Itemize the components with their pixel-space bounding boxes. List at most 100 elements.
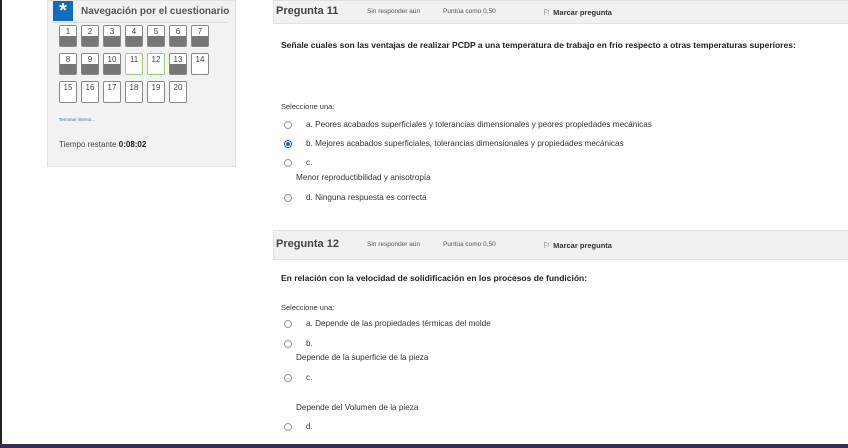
question-nav-button-7[interactable]: 7 [191,25,209,47]
answered-indicator [82,36,98,46]
question-nav-number: 18 [129,83,139,92]
question-nav-button-1[interactable]: 1 [59,25,77,47]
q11-option-c-label: c. [306,158,313,167]
taskbar-strip [0,444,848,448]
question-nav-button-10[interactable]: 10 [103,53,121,75]
answered-indicator [104,36,120,46]
radio-icon[interactable] [284,158,292,167]
question-nav-number: 3 [109,27,115,36]
answered-indicator [104,64,120,74]
question-nav-button-12[interactable]: 12 [147,53,165,75]
question-nav-number: 17 [107,83,117,92]
answered-indicator [192,36,208,46]
answered-indicator [148,36,164,46]
question-nav-button-15[interactable]: 15 [59,81,77,103]
flag-icon: ⚐ [543,241,551,250]
question-nav-button-4[interactable]: 4 [125,25,143,47]
question-nav-button-3[interactable]: 3 [103,25,121,47]
question-nav-button-17[interactable]: 17 [103,81,121,103]
q12-option-d-label: d. [306,422,313,431]
radio-icon[interactable] [284,373,292,382]
q12-option-a[interactable]: a. Depende de las propiedades térmicas d… [284,319,491,328]
q12-option-a-label: a. Depende de las propiedades térmicas d… [306,319,491,328]
question-nav-number: 11 [129,55,139,64]
flag-label: Marcar pregunta [553,8,612,17]
quiz-navigation-header: * Navegación por el cuestionario [53,1,229,21]
question-nav-button-18[interactable]: 18 [125,81,143,103]
q11-option-d-label: d. Ninguna respuesta es correcta [306,193,427,202]
question-12-state: Sin responder aún [367,241,421,248]
question-12-header: Pregunta 12 Sin responder aún Puntúa com… [273,230,848,260]
question-nav-button-11[interactable]: 11 [125,53,143,75]
question-nav-button-6[interactable]: 6 [169,25,187,47]
question-nav-button-2[interactable]: 2 [81,25,99,47]
question-nav-number: 5 [153,27,159,36]
q11-option-b-label: b. Mejores acabados superficiales, toler… [306,139,624,148]
question-nav-number: 9 [87,55,93,64]
q11-option-a[interactable]: a. Peores acabados superficiales y toler… [284,120,652,129]
question-nav-button-14[interactable]: 14 [191,53,209,75]
q11-option-c-text: Menor reproductibilidad y anisotropía [296,173,431,182]
radio-icon[interactable] [284,319,292,328]
q11-option-d[interactable]: d. Ninguna respuesta es correcta [284,193,427,202]
question-12-prompt: Seleccione una: [281,303,335,312]
time-remaining-value: 0:08:02 [118,140,147,149]
question-nav-number: 4 [131,27,137,36]
question-nav-number: 12 [151,55,161,64]
question-nav-number: 10 [107,55,117,64]
q12-option-c[interactable]: c. [284,373,312,382]
answered-indicator [82,64,98,74]
radio-icon[interactable] [284,193,292,202]
answered-indicator [60,36,76,46]
asterisk-icon: * [53,1,73,21]
question-11-title: Pregunta 11 [276,5,339,17]
question-nav-button-13[interactable]: 13 [169,53,187,75]
answered-indicator [170,36,186,46]
question-nav-button-8[interactable]: 8 [59,53,77,75]
question-nav-number: 20 [173,83,183,92]
question-nav-number: 13 [173,55,183,64]
quiz-navigation-block: * Navegación por el cuestionario 1234567… [47,0,236,167]
question-11-flag-button[interactable]: ⚐ Marcar pregunta [543,8,612,17]
q12-option-b[interactable]: b. [284,339,313,348]
flag-icon: ⚐ [543,8,551,17]
question-12-flag-button[interactable]: ⚐ Marcar pregunta [543,241,612,250]
radio-icon[interactable] [284,339,292,348]
radio-icon[interactable] [284,422,292,431]
question-nav-number: 14 [195,55,205,64]
question-nav-number: 16 [85,83,95,92]
q11-option-c[interactable]: c. [284,158,312,167]
question-12-text: En relación con la velocidad de solidifi… [281,273,588,283]
question-11-state: Sin responder aún [367,8,421,15]
question-nav-button-9[interactable]: 9 [81,53,99,75]
question-nav-button-16[interactable]: 16 [81,81,99,103]
question-11-prompt: Seleccione una: [281,102,335,111]
q12-option-b-text: Depende de la superficie de la pieza [296,353,429,362]
answered-indicator [126,36,142,46]
question-nav-button-19[interactable]: 19 [147,81,165,103]
finish-attempt-link[interactable]: Terminar intento... [59,117,95,122]
q12-option-c-text: Depende del Volumen de la pieza [296,403,419,412]
q12-option-d[interactable]: d. [284,422,313,431]
q12-option-b-label: b. [306,339,313,348]
question-12-grade: Puntúa como 0,50 [443,241,496,248]
question-nav-number: 8 [65,55,71,64]
question-nav-number: 1 [65,27,71,36]
question-nav-number: 15 [63,83,73,92]
flag-label: Marcar pregunta [553,241,612,250]
question-nav-button-5[interactable]: 5 [147,25,165,47]
question-nav-number: 19 [151,83,161,92]
question-11-grade: Puntúa como 0,50 [443,8,496,15]
window-left-edge [0,0,2,448]
question-11-text: Señale cuales son las ventajas de realiz… [281,40,796,50]
quiz-navigation-title: Navegación por el cuestionario [81,5,230,17]
q11-option-b[interactable]: b. Mejores acabados superficiales, toler… [284,139,624,148]
question-nav-button-20[interactable]: 20 [169,81,187,103]
radio-icon[interactable] [284,139,292,148]
time-remaining: Tiempo restante 0:08:02 [59,140,146,149]
question-12-title: Pregunta 12 [276,238,339,250]
radio-icon[interactable] [284,120,292,129]
answered-indicator [170,64,186,74]
question-nav-number: 2 [87,27,93,36]
question-11-header: Pregunta 11 Sin responder aún Puntúa com… [273,0,848,24]
